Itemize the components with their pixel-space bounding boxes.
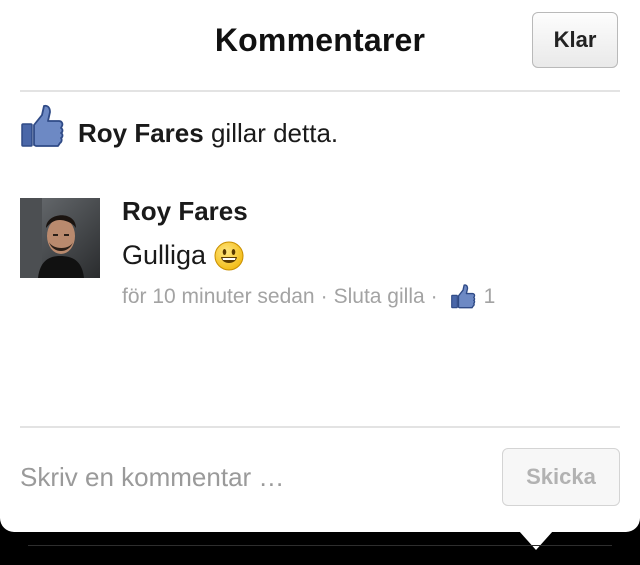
- meta-separator: ·: [430, 285, 438, 308]
- comment-timestamp: för 10 minuter sedan: [122, 285, 315, 308]
- popover-arrow: [519, 531, 553, 550]
- send-button[interactable]: Skicka: [502, 448, 620, 506]
- avatar[interactable]: [20, 198, 100, 278]
- comment-meta: för 10 minuter sedan · Sluta gilla · 1: [122, 284, 495, 310]
- comment-item: Roy Fares Gulliga för 10 minuter sedan ·: [20, 196, 620, 309]
- avatar-photo: [20, 198, 100, 278]
- thumbs-up-icon: [21, 104, 64, 147]
- comment-body: Gulliga: [122, 240, 244, 271]
- toolbar-edge: [28, 545, 612, 546]
- comment-author[interactable]: Roy Fares: [122, 196, 248, 227]
- comment-text: Gulliga: [122, 240, 207, 270]
- likes-text: Roy Fares gillar detta.: [78, 118, 338, 149]
- liker-name[interactable]: Roy Fares: [78, 118, 204, 148]
- smiley-emoji-icon: [214, 241, 244, 270]
- header-bar: Kommentarer Klar: [0, 0, 640, 90]
- unlike-link[interactable]: Sluta gilla: [334, 285, 425, 309]
- composer-divider: [20, 426, 620, 428]
- done-button[interactable]: Klar: [532, 12, 618, 68]
- comment-input[interactable]: [20, 452, 486, 502]
- like-count[interactable]: 1: [484, 285, 496, 309]
- likes-summary: Roy Fares gillar detta.: [20, 104, 620, 154]
- likes-suffix: gillar detta.: [203, 118, 339, 148]
- comments-sheet: Kommentarer Klar Roy Fares gillar detta.: [0, 0, 640, 532]
- header-divider: [20, 90, 620, 92]
- thumbs-up-icon: [450, 284, 475, 309]
- meta-separator: ·: [320, 285, 328, 308]
